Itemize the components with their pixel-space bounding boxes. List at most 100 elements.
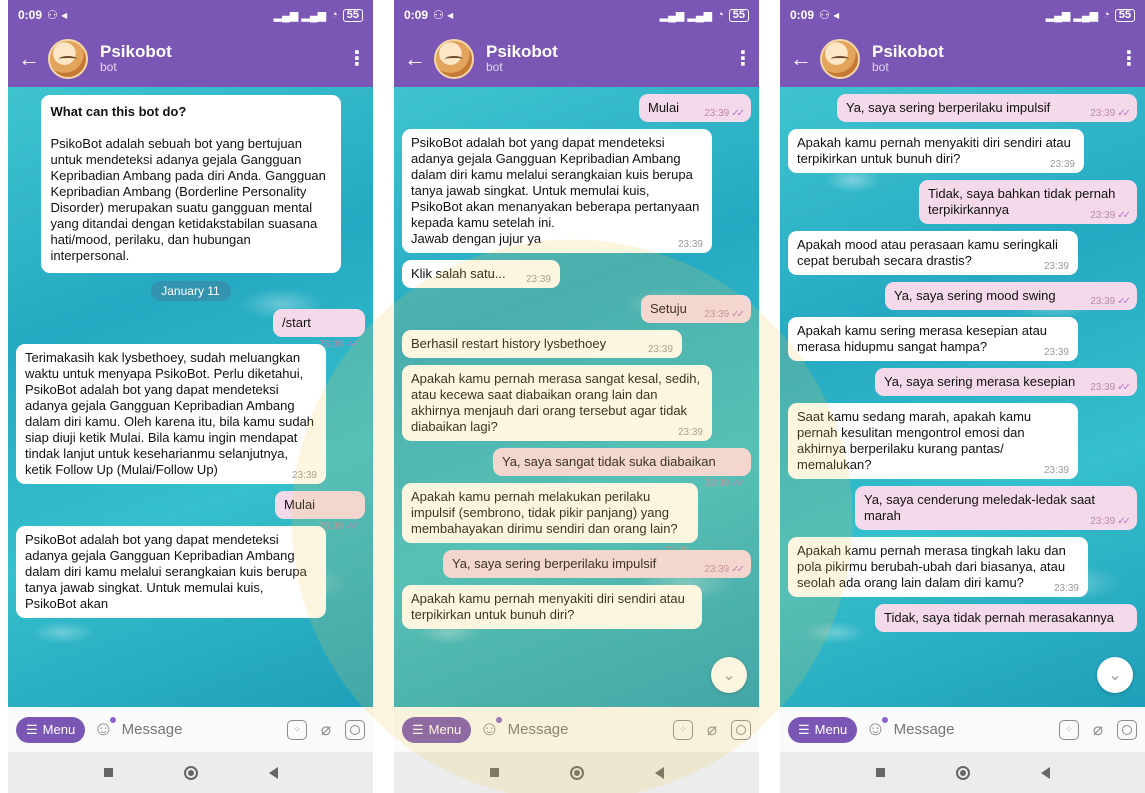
back-arrow-icon[interactable]: ←	[790, 46, 820, 72]
bot-avatar[interactable]	[820, 38, 860, 79]
home-icon[interactable]	[183, 765, 198, 780]
incoming-message[interactable]: Apakah kamu pernah menyakiti diri sendir…	[402, 585, 702, 629]
read-ticks-icon: ✓✓	[731, 478, 745, 489]
emoji-icon[interactable]: ☺	[479, 717, 503, 741]
wifi-icon: ◔	[331, 9, 338, 21]
outgoing-message[interactable]: Mulai 23:39 ✓✓	[275, 491, 365, 532]
battery-indicator: 55	[342, 8, 363, 22]
nav-back-icon[interactable]	[654, 766, 664, 779]
home-icon[interactable]	[955, 765, 970, 780]
outgoing-message[interactable]: /start 23:39 ✓✓	[273, 309, 365, 350]
read-ticks-icon: ✓✓	[1117, 296, 1131, 307]
signal-icon: ▂▄▆ ▂▄▆	[273, 9, 327, 22]
battery-indicator: 55	[1114, 8, 1135, 22]
incoming-message[interactable]: Saat kamu sedang marah, apakah kamu pern…	[788, 403, 1078, 479]
chat-header: ← Psikobot bot ⋮	[8, 30, 373, 87]
menu-button[interactable]: ☰ Menu	[788, 716, 858, 743]
read-ticks-icon: ✓✓	[345, 521, 359, 532]
bot-avatar[interactable]	[48, 38, 88, 79]
sticker-icon[interactable]: ⁘	[673, 719, 693, 740]
back-arrow-icon[interactable]: ←	[404, 46, 434, 72]
incoming-message[interactable]: Apakah kamu pernah merasa sangat kesal, …	[402, 365, 712, 441]
recent-apps-icon[interactable]	[489, 768, 499, 777]
menu-button[interactable]: ☰ Menu	[16, 716, 86, 743]
outgoing-message[interactable]: Mulai 23:39 ✓✓	[639, 94, 751, 122]
message-input[interactable]	[893, 721, 1051, 738]
incoming-message[interactable]: PsikoBot adalah bot yang dapat mendeteks…	[16, 526, 326, 618]
outgoing-message[interactable]: Ya, saya cenderung meledak-ledak saat ma…	[855, 486, 1137, 530]
chat-area[interactable]: Mulai 23:39 ✓✓ PsikoBot adalah bot yang da…	[394, 87, 759, 707]
message-time: 23:39 ✓✓	[704, 564, 745, 575]
chat-area[interactable]: What can this bot do? PsikoBot adalah se…	[8, 87, 373, 707]
outgoing-message[interactable]: Ya, saya sangat tidak suka diabaikan 23:3…	[493, 448, 751, 489]
message-time: 23:39	[647, 344, 673, 355]
message-time: 23:39	[291, 470, 317, 481]
recent-apps-icon[interactable]	[103, 768, 113, 777]
more-options-icon[interactable]: ⋮	[347, 46, 367, 71]
message-input[interactable]	[507, 721, 665, 738]
message-input[interactable]	[121, 721, 279, 738]
chevron-down-icon: ⌄	[1108, 667, 1122, 684]
recent-apps-icon[interactable]	[875, 768, 885, 777]
camera-icon[interactable]	[731, 719, 751, 740]
message-input-bar: ☰Menu ☺ ⁘ ⌀	[780, 707, 1145, 752]
incoming-message[interactable]: Apakah kamu pernah merasa tingkah laku d…	[788, 537, 1088, 597]
notification-icon: ⚇ ◂	[819, 8, 840, 22]
menu-button[interactable]: ☰ Menu	[402, 716, 472, 743]
camera-icon[interactable]	[1117, 719, 1137, 740]
scroll-down-button[interactable]: ⌄	[711, 657, 747, 693]
attach-icon[interactable]: ⌀	[1087, 720, 1109, 740]
outgoing-message[interactable]: Ya, saya sering berperilaku impulsif 23:3…	[443, 550, 751, 578]
nav-back-icon[interactable]	[268, 766, 278, 779]
chat-title[interactable]: Psikobot bot	[100, 42, 347, 75]
sticker-icon[interactable]: ⁘	[287, 719, 307, 740]
home-icon[interactable]	[569, 765, 584, 780]
scroll-down-button[interactable]: ⌄	[1097, 657, 1133, 693]
emoji-icon[interactable]: ☺	[865, 717, 889, 741]
outgoing-message[interactable]: Ya, saya sering berperilaku impulsif 23:3…	[837, 94, 1137, 122]
message-text: Ya, saya cenderung meledak-ledak saat ma…	[864, 492, 1096, 523]
more-options-icon[interactable]: ⋮	[733, 46, 753, 71]
message-text: Klik salah satu...	[411, 266, 506, 281]
more-options-icon[interactable]: ⋮	[1119, 46, 1139, 71]
message-text: Terimakasih kak lysbethoey, sudah meluan…	[25, 350, 315, 477]
emoji-icon[interactable]: ☺	[93, 717, 117, 741]
message-text: Mulai	[284, 497, 316, 512]
message-time: 23:39 ✓✓	[704, 478, 745, 489]
chevron-down-icon: ⌄	[722, 667, 736, 684]
incoming-message[interactable]: Berhasil restart history lysbethoey 23:39	[402, 330, 682, 358]
incoming-message[interactable]: PsikoBot adalah bot yang dapat mendeteks…	[402, 129, 712, 253]
status-bar: 0:09 ⚇ ◂ ▂▄▆ ▂▄▆ ◔ 55	[8, 0, 373, 30]
wifi-icon: ◔	[717, 9, 724, 21]
outgoing-message[interactable]: Setuju 23:39 ✓✓	[641, 295, 751, 323]
back-arrow-icon[interactable]: ←	[18, 46, 48, 72]
attach-icon[interactable]: ⌀	[315, 720, 337, 740]
chat-title[interactable]: Psikobot bot	[486, 42, 733, 75]
incoming-message[interactable]: Apakah kamu pernah menyakiti diri sendir…	[788, 129, 1084, 173]
message-text: Ya, saya sering mood swing	[894, 288, 1056, 303]
chat-area[interactable]: Ya, saya sering berperilaku impulsif 23:3…	[780, 87, 1145, 707]
nav-back-icon[interactable]	[1040, 766, 1050, 779]
incoming-message[interactable]: Klik salah satu... 23:39	[402, 260, 560, 288]
message-input-bar: ☰Menu ☺ ⁘ ⌀	[8, 707, 373, 752]
chat-header: ← Psikobot bot ⋮	[394, 30, 759, 87]
chat-title[interactable]: Psikobot bot	[872, 42, 1119, 75]
bot-avatar[interactable]	[434, 38, 474, 79]
incoming-message[interactable]: Terimakasih kak lysbethoey, sudah meluan…	[16, 344, 326, 484]
incoming-message[interactable]: Apakah kamu pernah melakukan perilaku im…	[402, 483, 698, 556]
message-time: 23:39 ✓✓	[1090, 108, 1131, 119]
message-time: 23:39 ✓✓	[704, 108, 745, 119]
outgoing-message[interactable]: Tidak, saya tidak pernah merasakannya	[875, 604, 1137, 632]
incoming-message[interactable]: Apakah kamu sering merasa kesepian atau …	[788, 317, 1078, 361]
outgoing-message[interactable]: Tidak, saya bahkan tidak pernah terpikir…	[919, 180, 1137, 224]
outgoing-message[interactable]: Ya, saya sering mood swing 23:39 ✓✓	[885, 282, 1137, 310]
menu-icon: ☰	[26, 721, 38, 737]
message-text: Setuju	[650, 301, 687, 316]
outgoing-message[interactable]: Ya, saya sering merasa kesepian 23:39 ✓✓	[875, 368, 1137, 396]
attach-icon[interactable]: ⌀	[701, 720, 723, 740]
read-ticks-icon: ✓✓	[1117, 108, 1131, 119]
incoming-message[interactable]: Apakah mood atau perasaan kamu seringkal…	[788, 231, 1078, 275]
message-text: Ya, saya sangat tidak suka diabaikan	[502, 454, 716, 469]
camera-icon[interactable]	[345, 719, 365, 740]
sticker-icon[interactable]: ⁘	[1059, 719, 1079, 740]
